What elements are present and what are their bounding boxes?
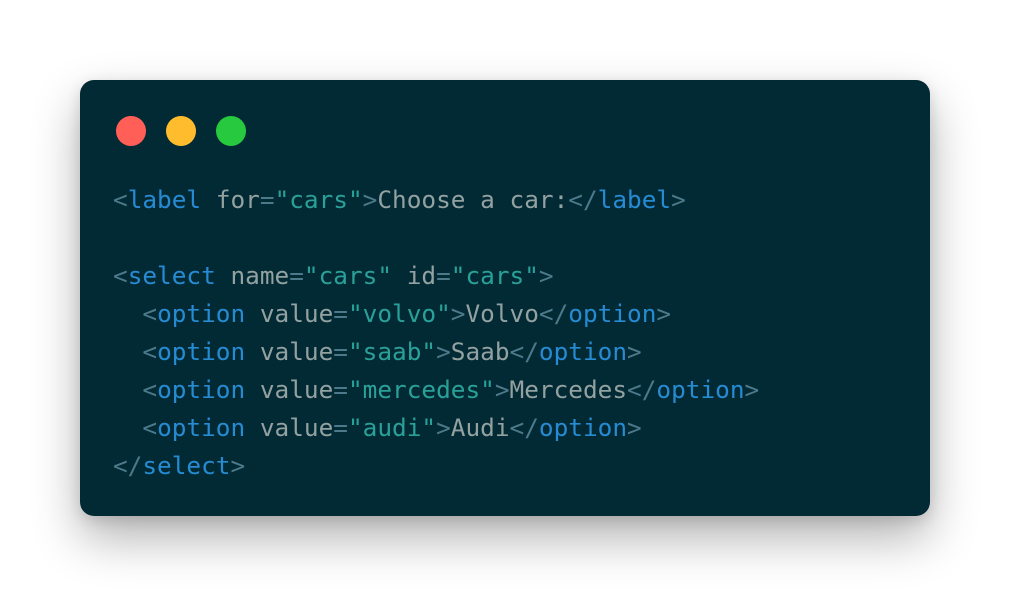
code-line: <label for="cars">Choose a car:</label> bbox=[113, 181, 759, 219]
code-punctuation: > bbox=[671, 185, 686, 214]
code-punctuation: </ bbox=[568, 185, 598, 214]
code-tag-name: select bbox=[127, 261, 216, 290]
code-line: <option value="audi">Audi</option> bbox=[113, 409, 759, 447]
code-tag-name: option bbox=[538, 413, 628, 442]
code-attribute: name bbox=[230, 261, 290, 290]
code-tag-name: option bbox=[157, 299, 246, 328]
code-punctuation: </ bbox=[509, 337, 539, 366]
code-punctuation: > bbox=[744, 375, 760, 404]
code-line: <select name="cars" id="cars"> bbox=[113, 257, 759, 295]
code-punctuation: = bbox=[333, 299, 348, 328]
maximize-dot-icon[interactable] bbox=[216, 116, 246, 146]
code-punctuation: > bbox=[494, 375, 510, 404]
code-window: <label for="cars">Choose a car:</label> <… bbox=[80, 80, 930, 516]
code-line: <option value="volvo">Volvo</option> bbox=[113, 295, 759, 333]
code-string: "cars" bbox=[450, 261, 539, 290]
code-tag-name: option bbox=[538, 337, 628, 366]
code-line: <option value="saab">Saab</option> bbox=[113, 333, 759, 371]
code-punctuation: > bbox=[436, 413, 451, 442]
code-punctuation: > bbox=[436, 337, 451, 366]
code-punctuation: = bbox=[333, 375, 348, 404]
code-text: Saab bbox=[450, 337, 510, 366]
code-tag-name: option bbox=[656, 375, 745, 404]
code-punctuation: > bbox=[362, 185, 378, 214]
code-string: "cars" bbox=[303, 261, 393, 290]
code-string: "cars" bbox=[274, 185, 363, 214]
code-punctuation: > bbox=[656, 299, 672, 328]
code-tag-name: select bbox=[142, 451, 231, 480]
code-attribute: value bbox=[259, 413, 334, 442]
close-dot-icon[interactable] bbox=[116, 116, 146, 146]
code-punctuation: > bbox=[538, 261, 554, 290]
code-punctuation: < bbox=[113, 185, 128, 214]
code-punctuation: > bbox=[627, 413, 642, 442]
code-attribute: for bbox=[215, 185, 260, 214]
code-punctuation: </ bbox=[627, 375, 657, 404]
code-punctuation: = bbox=[333, 337, 348, 366]
code-punctuation: > bbox=[450, 299, 466, 328]
code-text: Mercedes bbox=[509, 375, 628, 404]
code-text: Volvo bbox=[465, 299, 539, 328]
code-punctuation: < bbox=[142, 299, 158, 328]
code-string: "saab" bbox=[347, 337, 437, 366]
code-punctuation: < bbox=[142, 375, 158, 404]
code-punctuation: > bbox=[627, 337, 642, 366]
code-attribute: value bbox=[259, 299, 334, 328]
code-text: Choose a car: bbox=[377, 185, 569, 214]
code-line: <option value="mercedes">Mercedes</optio… bbox=[113, 371, 759, 409]
code-tag-name: option bbox=[568, 299, 657, 328]
code-attribute: value bbox=[259, 337, 334, 366]
code-punctuation: < bbox=[113, 261, 128, 290]
code-tag-name: option bbox=[157, 337, 246, 366]
code-string: "audi" bbox=[347, 413, 437, 442]
code-punctuation: = bbox=[436, 261, 451, 290]
code-punctuation: > bbox=[230, 451, 246, 480]
code-string: "mercedes" bbox=[347, 375, 495, 404]
code-punctuation: </ bbox=[509, 413, 539, 442]
code-punctuation: = bbox=[289, 261, 304, 290]
code-string: "volvo" bbox=[347, 299, 451, 328]
code-tag-name: option bbox=[157, 413, 246, 442]
code-punctuation: < bbox=[142, 413, 158, 442]
code-line: </select> bbox=[113, 447, 759, 485]
code-attribute: value bbox=[259, 375, 334, 404]
code-tag-name: option bbox=[157, 375, 246, 404]
code-punctuation: </ bbox=[538, 299, 569, 328]
code-punctuation: = bbox=[259, 185, 275, 214]
code-tag-name: label bbox=[127, 185, 202, 214]
code-tag-name: label bbox=[597, 185, 672, 214]
code-attribute: id bbox=[406, 261, 437, 290]
code-text: Audi bbox=[450, 413, 510, 442]
minimize-dot-icon[interactable] bbox=[166, 116, 196, 146]
code-punctuation: </ bbox=[113, 451, 143, 480]
code-punctuation: < bbox=[142, 337, 158, 366]
code-block: <label for="cars">Choose a car:</label> <… bbox=[113, 181, 759, 485]
code-punctuation: = bbox=[333, 413, 348, 442]
